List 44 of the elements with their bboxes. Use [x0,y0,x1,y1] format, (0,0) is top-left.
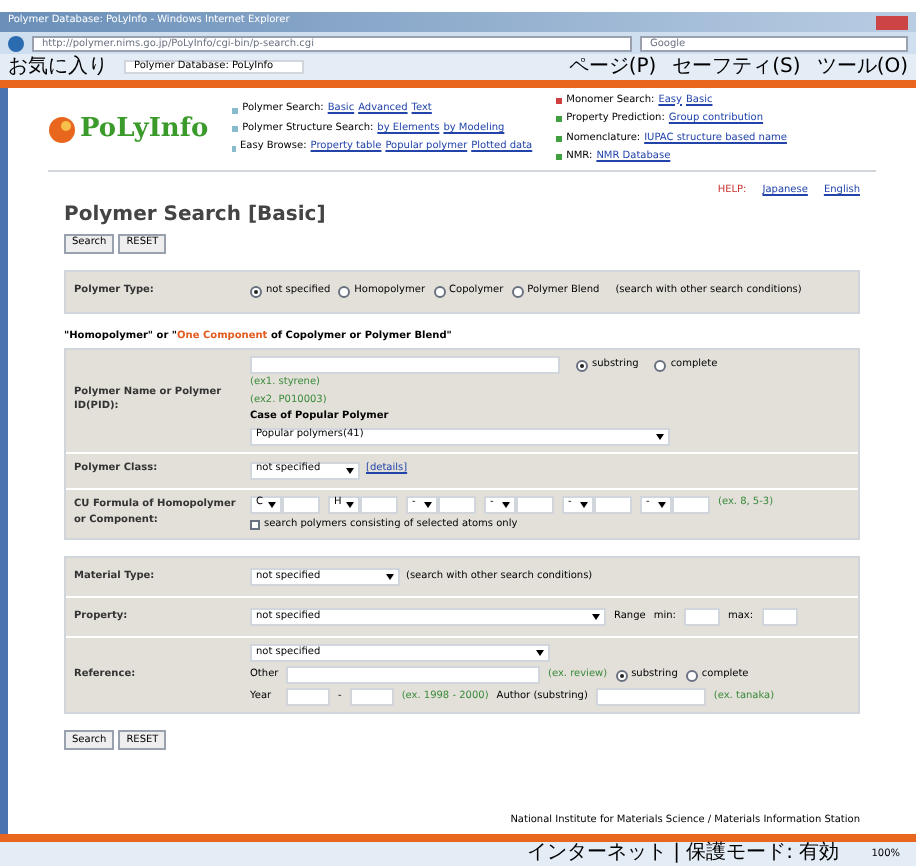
caret-icon [536,650,544,656]
input-field[interactable] [286,666,540,684]
input-field[interactable] [516,495,554,513]
input-field[interactable] [286,688,330,706]
caret-icon [656,433,664,439]
bullet-icon [232,107,239,113]
input-field[interactable] [672,495,710,513]
close-button[interactable] [876,15,908,29]
radio-button[interactable] [338,285,351,297]
radio-button[interactable] [654,359,667,371]
logo-icon [48,115,76,143]
toolbar-menu[interactable]: ツール(O) [816,57,908,77]
caret-icon [386,574,394,580]
caret-icon [346,467,354,473]
logo-text: PoLyInfo [80,111,209,148]
input-field[interactable] [349,688,394,706]
radio-button[interactable] [511,285,524,297]
radio-button[interactable] [615,669,628,681]
caret-icon [592,614,600,620]
caret-icon [346,501,354,507]
toolbar-menu[interactable]: セーフティ(S) [672,57,801,77]
radio-button[interactable] [433,285,446,297]
input-field[interactable] [282,495,320,513]
input-field[interactable] [438,495,476,513]
page-title: Polymer Search [Basic] [64,201,328,229]
caret-icon [424,501,432,507]
radio-button[interactable] [576,359,588,371]
input-field[interactable] [360,495,398,513]
caret-icon [658,501,666,507]
favorites-button[interactable]: お気に入り [8,57,108,77]
input-field[interactable] [761,608,798,626]
radio-button[interactable] [250,285,262,297]
input-field[interactable] [595,688,706,706]
toolbar-menu[interactable]: ページ(P) [568,57,657,77]
radio-button[interactable] [685,669,698,681]
caret-icon [268,501,276,507]
input-field[interactable] [594,495,632,513]
checkbox[interactable] [250,519,260,530]
input-field[interactable] [683,608,720,626]
caret-icon [502,501,510,507]
bullet-icon [232,126,239,132]
caret-icon [580,501,588,507]
status-zone: インターネット | 保護モード: 有効 [526,844,840,864]
input-field[interactable] [250,356,560,374]
